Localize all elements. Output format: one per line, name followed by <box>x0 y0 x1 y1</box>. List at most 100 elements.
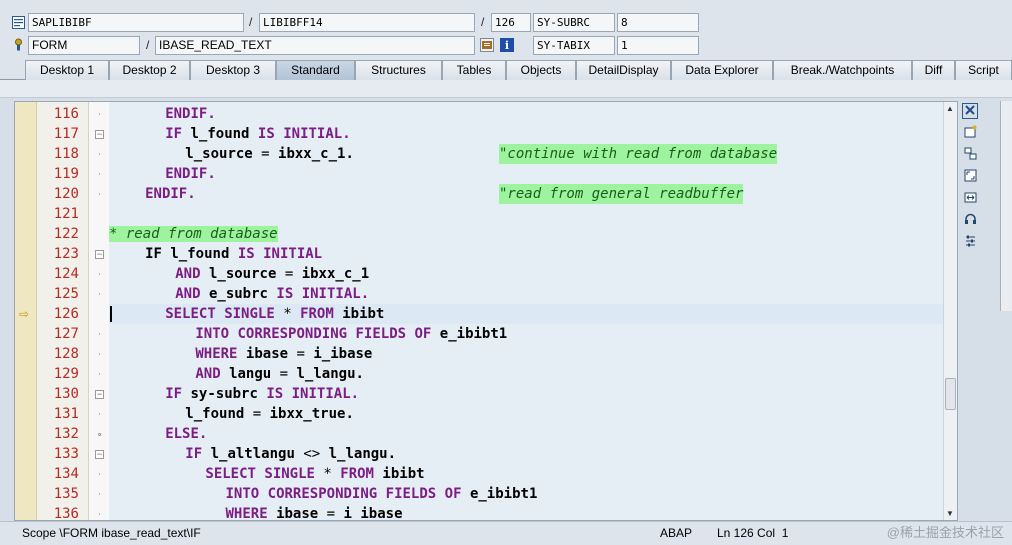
code-token: = <box>326 506 344 521</box>
fold-guide <box>99 353 100 355</box>
code-line[interactable]: AND langu = l_langu. <box>109 364 943 384</box>
code-line[interactable]: WHERE ibase = i_ibase <box>109 344 943 364</box>
source-display-icon[interactable] <box>480 38 494 52</box>
code-line[interactable]: * read from database <box>109 224 943 244</box>
info-icon[interactable]: i <box>500 38 514 52</box>
include-field[interactable]: LIBIBFF14 <box>259 13 475 32</box>
scroll-up-arrow-icon[interactable]: ▲ <box>946 104 954 113</box>
tab-objects[interactable]: Objects <box>506 60 576 80</box>
debugger-header: SAPLIBIBF / LIBIBFF14 / 126 SY-SUBRC 8 F… <box>0 0 1012 58</box>
fold-guide <box>99 373 100 375</box>
inline-comment: "continue with read from database <box>499 144 778 164</box>
fold-guide <box>99 273 100 275</box>
expand-horizontal-icon[interactable] <box>962 190 978 206</box>
code-line[interactable]: IF l_found IS INITIAL. <box>109 124 943 144</box>
code-area[interactable]: ENDIF. IF l_found IS INITIAL. l_source = i… <box>109 102 943 520</box>
event-type-field[interactable]: FORM <box>28 36 140 55</box>
code-line[interactable]: SELECT SINGLE * FROM ibibt <box>109 304 943 324</box>
code-line[interactable]: ENDIF. "read from general readbuffer <box>109 184 943 204</box>
fold-guide <box>99 473 100 475</box>
swap-icon[interactable] <box>962 146 978 162</box>
fold-guide <box>99 153 100 155</box>
tab-script[interactable]: Script <box>955 60 1012 80</box>
variable-value-field[interactable]: 8 <box>617 13 699 32</box>
event-name-field[interactable]: IBASE_READ_TEXT <box>155 36 475 55</box>
line-number: 117 <box>53 126 79 142</box>
tab-detail-display[interactable]: DetailDisplay <box>576 60 671 80</box>
fold-toggle-icon[interactable]: − <box>95 130 104 139</box>
side-panel-edge[interactable] <box>1000 101 1012 311</box>
headset-icon[interactable] <box>962 212 978 228</box>
variable-value-field[interactable]: 1 <box>617 36 699 55</box>
code-line[interactable]: l_found = ibxx_true. <box>109 404 943 424</box>
code-line[interactable]: IF l_altlangu <> l_langu. <box>109 444 943 464</box>
code-line[interactable]: AND l_source = ibxx_c_1 <box>109 264 943 284</box>
code-token: l_found <box>185 406 253 422</box>
code-line[interactable] <box>109 204 943 224</box>
line-number: 134 <box>53 466 79 482</box>
code-token: ibxx_true. <box>269 406 354 422</box>
line-number: 126 <box>53 306 79 322</box>
code-token: INTO CORRESPONDING FIELDS OF <box>225 486 470 502</box>
code-line[interactable]: ENDIF. <box>109 104 943 124</box>
line-number: 129 <box>53 366 79 382</box>
variable-name-field[interactable]: SY-TABIX <box>533 36 615 55</box>
code-line[interactable]: l_source = ibxx_c_1. "continue with read … <box>109 144 943 164</box>
tab-standard[interactable]: Standard <box>276 60 355 80</box>
code-line[interactable]: INTO CORRESPONDING FIELDS OF e_ibibt1 <box>109 484 943 504</box>
code-token: ibxx_c_1 <box>301 266 370 282</box>
code-token: l_langu. <box>328 446 397 462</box>
line-number: 127 <box>53 326 79 342</box>
close-icon[interactable] <box>962 103 978 119</box>
variable-name-field[interactable]: SY-SUBRC <box>533 13 615 32</box>
tab-break-watchpoints[interactable]: Break./Watchpoints <box>773 60 912 80</box>
line-number: 120 <box>53 186 79 202</box>
fold-toggle-icon[interactable]: − <box>95 450 104 459</box>
line-number: 130 <box>53 386 79 402</box>
code-token: IF l_found <box>145 246 238 262</box>
code-line[interactable]: ELSE. <box>109 424 943 444</box>
text-cursor <box>110 306 112 322</box>
scroll-down-arrow-icon[interactable]: ▼ <box>946 509 954 518</box>
fold-toggle-icon[interactable]: − <box>95 250 104 259</box>
program-field[interactable]: SAPLIBIBF <box>28 13 244 32</box>
tab-diff[interactable]: Diff <box>912 60 955 80</box>
source-code-editor[interactable]: ENDIF. IF l_found IS INITIAL. l_source = i… <box>14 101 958 521</box>
editor-scrollbar[interactable]: ▲ ▼ <box>943 102 957 520</box>
new-window-icon[interactable] <box>962 124 978 140</box>
separator: / <box>146 38 150 52</box>
current-statement-arrow-icon: ⇨ <box>19 307 30 321</box>
fullscreen-icon[interactable] <box>962 168 978 184</box>
tab-data-explorer[interactable]: Data Explorer <box>671 60 773 80</box>
fold-guide <box>99 113 100 115</box>
code-token: FROM <box>300 306 343 322</box>
scrollbar-thumb[interactable] <box>945 378 956 410</box>
status-bar: Scope \FORM ibase_read_text\IF ABAP Ln 1… <box>0 521 1012 545</box>
tab-desktop-1[interactable]: Desktop 1 <box>25 60 109 80</box>
code-token: ibxx_c_1. <box>278 146 354 162</box>
tab-desktop-2[interactable]: Desktop 2 <box>109 60 190 80</box>
code-token: IS INITIAL. <box>266 386 360 402</box>
code-text: AND langu = l_langu. <box>195 364 364 384</box>
tab-structures[interactable]: Structures <box>355 60 442 80</box>
code-line[interactable]: WHERE ibase = i ibase <box>109 504 943 521</box>
code-token: ENDIF. <box>165 106 216 122</box>
code-token: e_ibibt1 <box>469 486 538 502</box>
code-token: IS INITIAL. <box>276 286 370 302</box>
line-number: 125 <box>53 286 79 302</box>
line-number-field[interactable]: 126 <box>491 13 531 32</box>
code-line[interactable]: ENDIF. <box>109 164 943 184</box>
fold-toggle-icon[interactable]: − <box>95 390 104 399</box>
code-token: WHERE <box>195 346 246 362</box>
tab-desktop-3[interactable]: Desktop 3 <box>190 60 276 80</box>
code-token: e_ibibt1 <box>439 326 508 342</box>
code-text: INTO CORRESPONDING FIELDS OF e_ibibt1 <box>195 324 507 344</box>
code-line[interactable]: INTO CORRESPONDING FIELDS OF e_ibibt1 <box>109 324 943 344</box>
code-token: SELECT SINGLE <box>165 306 284 322</box>
code-line[interactable]: SELECT SINGLE * FROM ibibt <box>109 464 943 484</box>
code-line[interactable]: IF l_found IS INITIAL <box>109 244 943 264</box>
settings-icon[interactable] <box>962 234 978 250</box>
code-line[interactable]: IF sy-subrc IS INITIAL. <box>109 384 943 404</box>
code-line[interactable]: AND e_subrc IS INITIAL. <box>109 284 943 304</box>
tab-tables[interactable]: Tables <box>442 60 506 80</box>
